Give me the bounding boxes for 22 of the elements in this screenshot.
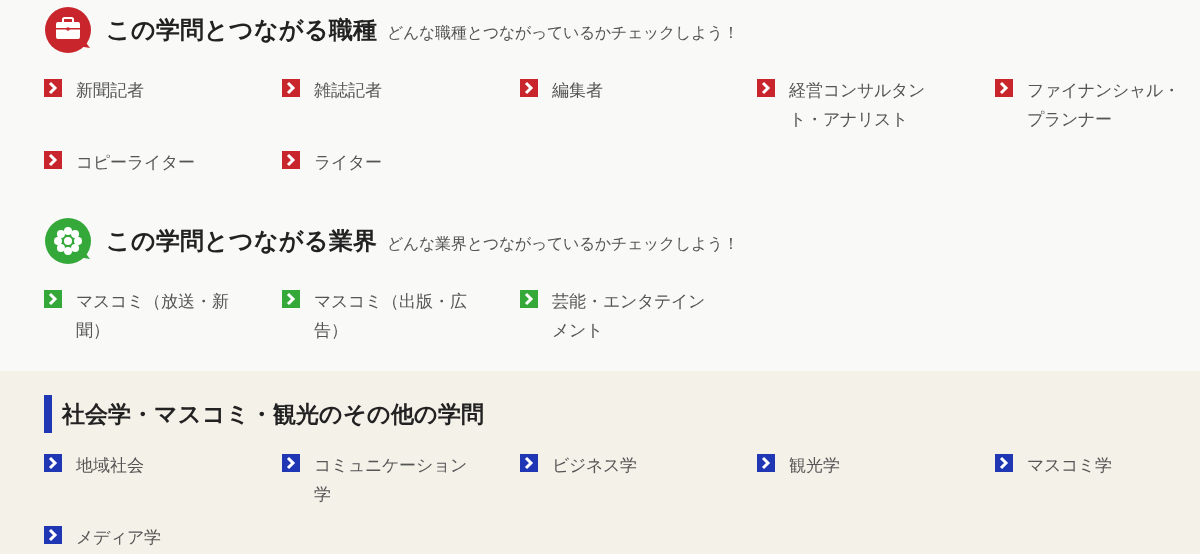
list-link[interactable]: 新聞記者: [76, 76, 234, 134]
section-title: この学問とつながる業界: [106, 226, 377, 257]
section-title: 社会学・マスコミ・観光のその他の学問: [62, 399, 484, 429]
list-link[interactable]: コミュニケーション学: [314, 451, 472, 509]
list-link[interactable]: 観光学: [789, 451, 947, 509]
section-subtitle: どんな職種とつながっているかチェックしよう！: [387, 22, 739, 44]
accent-bar: [44, 395, 52, 433]
list-link[interactable]: マスコミ（放送・新聞）: [76, 287, 234, 345]
list-link[interactable]: 編集者: [552, 76, 710, 134]
section-title: この学問とつながる職種: [106, 15, 377, 46]
list-link[interactable]: マスコミ学: [1027, 451, 1185, 509]
list-link[interactable]: 地域社会: [76, 451, 234, 509]
list-link[interactable]: マスコミ（出版・広告）: [314, 287, 472, 345]
list-link[interactable]: ビジネス学: [552, 451, 710, 509]
section-subtitle: どんな業界とつながっているかチェックしよう！: [387, 233, 739, 255]
list-link[interactable]: 経営コンサルタント・アナリスト: [789, 76, 947, 134]
list-link[interactable]: コピーライター: [76, 148, 234, 177]
list-link[interactable]: 芸能・エンタテインメント: [552, 287, 710, 345]
list-link[interactable]: メディア学: [76, 523, 234, 552]
list-link[interactable]: ライター: [314, 148, 472, 177]
list-link[interactable]: 雑誌記者: [314, 76, 472, 134]
list-link[interactable]: ファイナンシャル・プランナー: [1027, 76, 1185, 134]
